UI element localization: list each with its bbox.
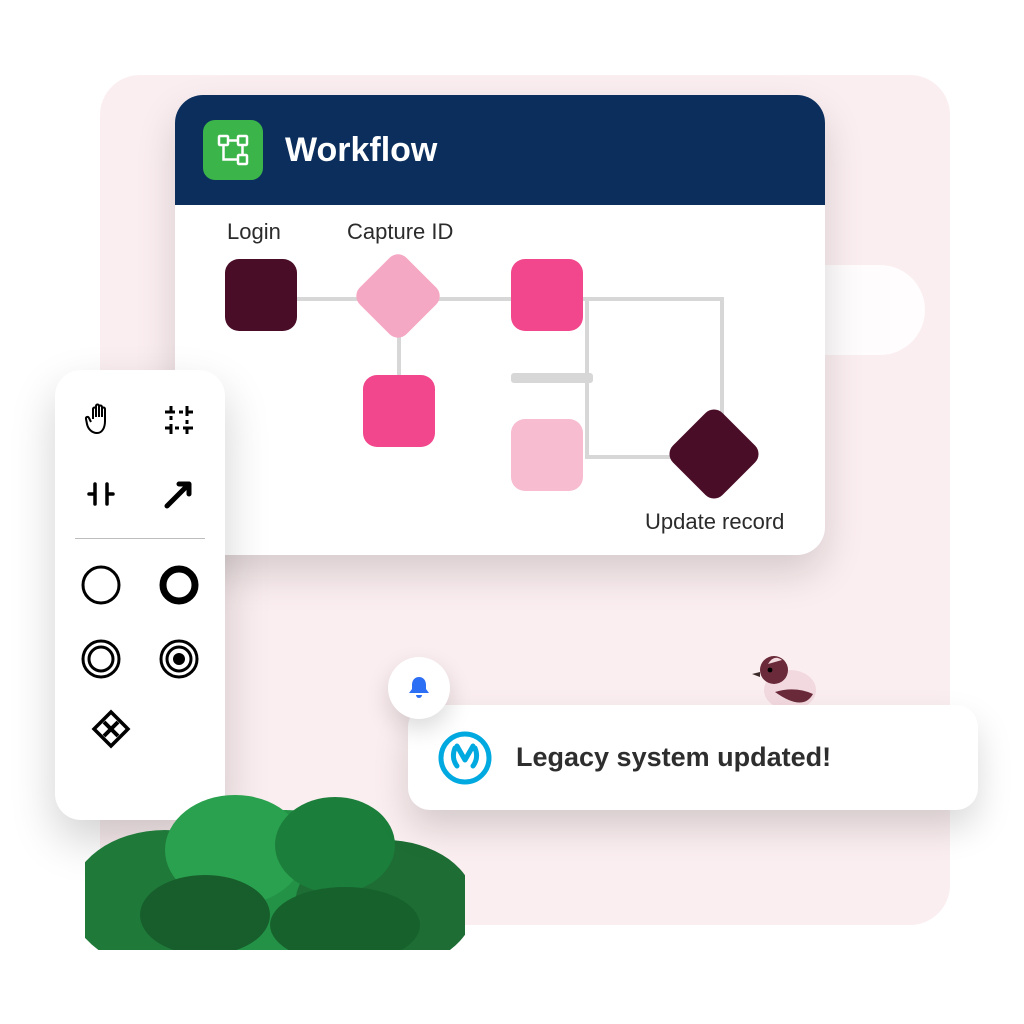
workflow-header: Workflow — [175, 95, 825, 205]
node-update-record[interactable] — [665, 405, 764, 504]
circle-double-icon[interactable] — [73, 631, 129, 687]
arrow-icon[interactable] — [151, 466, 207, 522]
node-label-update-record: Update record — [645, 509, 784, 535]
connector — [587, 297, 722, 301]
bell-icon — [388, 657, 450, 719]
tool-palette — [55, 370, 225, 820]
crop-icon[interactable] — [151, 392, 207, 448]
placeholder-bar — [511, 373, 593, 383]
node-label-login: Login — [227, 219, 281, 245]
workflow-icon — [203, 120, 263, 180]
notification-text: Legacy system updated! — [516, 742, 831, 773]
split-icon[interactable] — [73, 466, 129, 522]
palette-divider — [75, 538, 205, 539]
workflow-title: Workflow — [285, 131, 437, 170]
node-step-2[interactable] — [511, 259, 583, 331]
circle-thin-icon[interactable] — [73, 557, 129, 613]
circle-target-icon[interactable] — [151, 631, 207, 687]
node-label-capture-id: Capture ID — [347, 219, 453, 245]
diamond-x-icon[interactable] — [83, 701, 139, 757]
hand-icon[interactable] — [73, 392, 129, 448]
circle-bold-icon[interactable] — [151, 557, 207, 613]
mulesoft-icon — [436, 729, 494, 787]
workflow-canvas[interactable]: Login Capture ID Update record — [175, 205, 825, 555]
node-login[interactable] — [225, 259, 297, 331]
notification-card[interactable]: Legacy system updated! — [408, 705, 978, 810]
node-step-3[interactable] — [511, 419, 583, 491]
node-step-1[interactable] — [363, 375, 435, 447]
workflow-card: Workflow Login Capture ID Update record — [175, 95, 825, 555]
node-capture-id[interactable] — [351, 249, 444, 342]
